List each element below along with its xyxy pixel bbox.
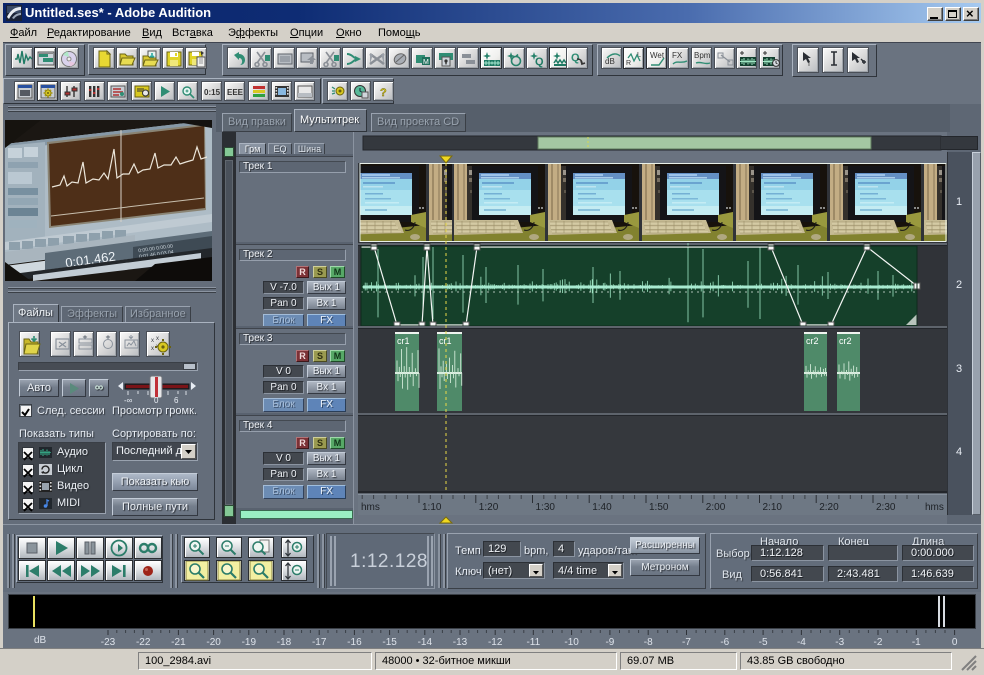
svg-text:-22: -22 — [136, 637, 151, 648]
svg-text:FX: FX — [672, 51, 683, 60]
svg-text:-3: -3 — [835, 637, 844, 648]
svg-text:1:50: 1:50 — [649, 502, 669, 513]
svg-text:0: 0 — [154, 396, 159, 404]
svg-text:Wet: Wet — [650, 51, 665, 60]
svg-text:Q: Q — [571, 52, 580, 64]
svg-text:Q: Q — [535, 56, 544, 68]
svg-text:1:30: 1:30 — [536, 502, 556, 513]
svg-text:x: x — [151, 346, 154, 352]
svg-text:1:20: 1:20 — [479, 502, 499, 513]
svg-text:-12: -12 — [488, 637, 503, 648]
svg-text:-4: -4 — [797, 637, 806, 648]
svg-text:-7: -7 — [682, 637, 691, 648]
svg-text:hms: hms — [361, 502, 380, 513]
svg-text:?: ? — [380, 87, 387, 99]
svg-text:dB: dB — [34, 635, 47, 646]
svg-text:-8: -8 — [644, 637, 653, 648]
svg-text:cr1: cr1 — [439, 336, 452, 346]
svg-text:x: x — [156, 336, 159, 342]
svg-text:-2: -2 — [874, 637, 883, 648]
svg-text:2:00: 2:00 — [706, 502, 726, 513]
svg-text:cr2: cr2 — [806, 336, 819, 346]
svg-text:Bpm: Bpm — [694, 51, 711, 60]
svg-text:I: I — [808, 61, 810, 68]
svg-text:-∞: -∞ — [124, 396, 133, 404]
svg-text:-19: -19 — [242, 637, 257, 648]
svg-text:-17: -17 — [312, 637, 327, 648]
svg-text:-6: -6 — [720, 637, 729, 648]
svg-text:hms: hms — [925, 502, 944, 513]
svg-text:-10: -10 — [564, 637, 579, 648]
svg-text:-23: -23 — [101, 637, 116, 648]
svg-text:-15: -15 — [382, 637, 397, 648]
svg-text:-20: -20 — [206, 637, 221, 648]
svg-text:x: x — [151, 338, 154, 344]
svg-text:-16: -16 — [347, 637, 362, 648]
svg-text:dB: dB — [605, 57, 615, 66]
svg-text:6: 6 — [174, 396, 179, 404]
svg-text:-21: -21 — [171, 637, 186, 648]
svg-text:2:30: 2:30 — [876, 502, 896, 513]
svg-text:-1: -1 — [912, 637, 921, 648]
svg-text:0: 0 — [952, 637, 958, 648]
svg-text:1:40: 1:40 — [592, 502, 612, 513]
svg-text:-18: -18 — [277, 637, 292, 648]
svg-text:cr1: cr1 — [397, 336, 410, 346]
svg-text:-14: -14 — [418, 637, 433, 648]
svg-text:2:20: 2:20 — [819, 502, 839, 513]
svg-text:R: R — [626, 60, 631, 67]
svg-text:2:10: 2:10 — [763, 502, 783, 513]
svg-text:M: M — [423, 59, 429, 66]
svg-text:-5: -5 — [759, 637, 768, 648]
svg-text:-9: -9 — [605, 637, 614, 648]
svg-text:cr2: cr2 — [839, 336, 852, 346]
svg-text:EEE: EEE — [227, 88, 243, 97]
svg-text:1:10: 1:10 — [422, 502, 442, 513]
svg-text:-11: -11 — [526, 637, 540, 648]
svg-text:0:15: 0:15 — [204, 88, 220, 97]
svg-text:-13: -13 — [453, 637, 468, 648]
